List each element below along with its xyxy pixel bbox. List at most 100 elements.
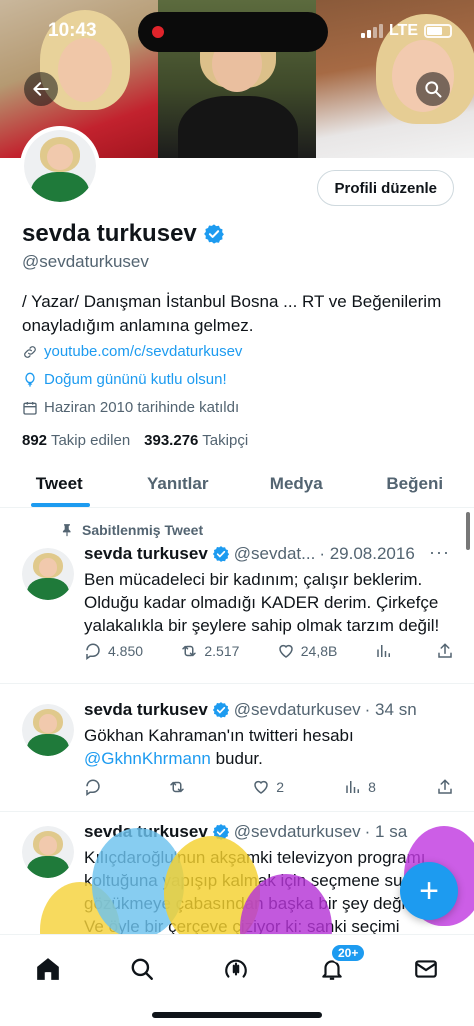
retweet-count: 2.517 xyxy=(204,643,240,659)
views-icon xyxy=(376,645,390,657)
followers-stat[interactable]: 393.276 Takipçi xyxy=(144,432,248,449)
profile-bio: / Yazar/ Danışman İstanbul Bosna ... RT … xyxy=(22,292,442,335)
reply-icon xyxy=(86,779,100,796)
verified-badge-icon xyxy=(212,702,229,718)
heart-icon xyxy=(254,780,268,794)
notification-badge: 20+ xyxy=(330,943,367,963)
like-count: 24,8B xyxy=(300,643,338,659)
share-button[interactable] xyxy=(436,642,454,660)
arrow-left-icon xyxy=(33,82,49,96)
profile-website-row[interactable]: youtube.com/c/sevdaturkusev xyxy=(22,343,242,360)
tweet-author-handle[interactable]: @sevdaturkusev xyxy=(234,700,361,720)
verified-badge-icon xyxy=(212,546,229,562)
tweet-actions: 2 8 xyxy=(84,778,454,796)
home-icon xyxy=(37,958,59,980)
dynamic-island xyxy=(138,12,328,52)
compose-tweet-button[interactable]: + xyxy=(400,862,458,920)
calendar-icon xyxy=(23,401,37,415)
retweet-button[interactable] xyxy=(168,778,192,796)
profile-birthday-row[interactable]: Doğum gününü kutlu olsun! xyxy=(22,371,227,388)
heart-icon xyxy=(278,644,293,658)
tweet-time: · 34 sn xyxy=(364,700,417,719)
tweet-author-handle[interactable]: @sevdaturkusev xyxy=(234,822,361,842)
tweet-actions: 4.850 2.517 24,8B xyxy=(84,642,454,660)
pin-icon xyxy=(62,524,71,537)
profile-website-link[interactable]: youtube.com/c/sevdaturkusev xyxy=(44,343,242,360)
profile-birthday-text[interactable]: Doğum gününü kutlu olsun! xyxy=(44,371,227,388)
nav-search[interactable] xyxy=(122,949,162,989)
retweet-icon xyxy=(170,781,184,793)
tweet-time: · 29.08.2016 xyxy=(319,544,415,563)
nav-spaces[interactable] xyxy=(216,949,256,989)
tweet-item[interactable]: Sabitlenmiş Tweet sevda turkusev @sevdat… xyxy=(0,508,474,684)
tweet-author-name[interactable]: sevda turkusev xyxy=(84,544,208,564)
profile-avatar[interactable] xyxy=(20,126,100,206)
like-button[interactable]: 24,8B xyxy=(277,642,338,660)
tweet-avatar[interactable] xyxy=(22,826,74,878)
network-label: LTE xyxy=(388,22,418,39)
share-button[interactable] xyxy=(436,778,454,796)
tweet-text-part: Gökhan Kahraman'ın twitteri hesabı xyxy=(84,726,354,745)
views-icon xyxy=(346,781,360,793)
tweet-author-handle[interactable]: @sevdat... xyxy=(234,544,316,564)
tab-likes[interactable]: Beğeni xyxy=(356,460,474,507)
home-indicator[interactable] xyxy=(152,1012,322,1018)
share-icon xyxy=(438,643,452,658)
reply-button[interactable] xyxy=(84,778,108,796)
retweet-icon xyxy=(182,645,197,657)
profile-handle: @sevdaturkusev xyxy=(22,252,149,271)
search-icon xyxy=(425,81,442,98)
view-count: 8 xyxy=(368,779,376,795)
mail-icon xyxy=(415,960,437,978)
tab-replies[interactable]: Yanıtlar xyxy=(119,460,238,507)
reply-button[interactable]: 4.850 xyxy=(84,642,143,660)
followers-label: Takipçi xyxy=(202,432,249,449)
microphone-icon xyxy=(225,959,247,978)
tweet-text: Ben mücadeleci bir kadınım; çalışır bekl… xyxy=(84,570,440,635)
tab-media[interactable]: Medya xyxy=(237,460,356,507)
tweet-text: Gökhan Kahraman'ın twitteri hesabı @Gkhn… xyxy=(84,724,456,770)
tweet-item[interactable]: sevda turkusev @sevdaturkusev · 34 sn Gö… xyxy=(0,684,474,812)
views-button[interactable]: 8 xyxy=(344,778,376,796)
balloon-icon xyxy=(25,372,35,387)
profile-name: sevda turkusev xyxy=(22,220,197,247)
verified-badge-icon[interactable] xyxy=(203,223,225,245)
retweet-button[interactable]: 2.517 xyxy=(180,642,239,660)
tab-tweets[interactable]: Tweet xyxy=(0,460,119,507)
profile-joined-text: Haziran 2010 tarihinde katıldı xyxy=(44,399,240,416)
signal-icon xyxy=(360,24,383,38)
following-label: Takip edilen xyxy=(50,432,131,449)
profile-name-row: sevda turkusev xyxy=(22,220,225,248)
back-button[interactable] xyxy=(24,72,58,106)
search-icon xyxy=(131,958,153,980)
following-count: 892 xyxy=(22,432,48,449)
share-icon xyxy=(438,779,452,794)
tweet-header: sevda turkusev @sevdat... · 29.08.2016 xyxy=(84,544,415,564)
edit-profile-button[interactable]: Profili düzenle xyxy=(317,170,454,206)
tweet-avatar[interactable] xyxy=(22,704,74,756)
battery-icon xyxy=(424,24,452,38)
views-button[interactable] xyxy=(375,642,399,660)
tweet-mention-link[interactable]: @GkhnKhrmann xyxy=(84,749,211,768)
follow-stats: 892 Takip edilen 393.276 Takipçi xyxy=(22,432,248,449)
status-time: 10:43 xyxy=(48,20,97,41)
pinned-label-row: Sabitlenmiş Tweet xyxy=(60,522,203,538)
like-button[interactable]: 2 xyxy=(252,778,284,796)
tweet-time: · 1 sa xyxy=(364,822,408,841)
nav-home[interactable] xyxy=(28,949,68,989)
following-stat[interactable]: 892 Takip edilen xyxy=(22,432,130,449)
pinned-label: Sabitlenmiş Tweet xyxy=(82,522,204,538)
search-button[interactable] xyxy=(416,72,450,106)
recording-icon xyxy=(152,26,164,38)
tweet-avatar[interactable] xyxy=(22,548,74,600)
tweet-author-name[interactable]: sevda turkusev xyxy=(84,700,208,720)
more-options-icon[interactable]: ··· xyxy=(429,542,450,563)
followers-count: 393.276 xyxy=(144,432,199,449)
like-count: 2 xyxy=(276,779,284,795)
profile-joined-row: Haziran 2010 tarihinde katıldı xyxy=(22,399,239,416)
status-indicators: LTE xyxy=(360,22,452,40)
reply-count: 4.850 xyxy=(108,643,144,659)
tweet-text-part: budur. xyxy=(210,749,263,768)
nav-messages[interactable] xyxy=(406,949,446,989)
link-icon xyxy=(24,345,36,358)
